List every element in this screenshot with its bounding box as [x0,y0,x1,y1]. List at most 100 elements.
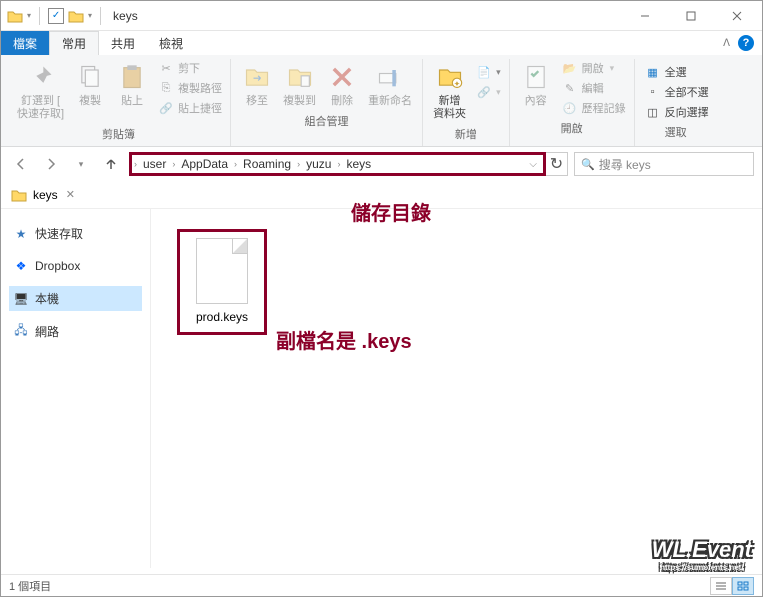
crumb-1[interactable]: AppData [175,157,234,171]
icons-icon [737,581,749,591]
sidebar-item-dropbox[interactable]: ❖ Dropbox [9,254,142,278]
file-item[interactable]: prod.keys [177,229,267,335]
copyto-icon [286,63,314,91]
ribbon-group-select: ▦全選 ▫全部不選 ◫反向選擇 選取 [635,59,717,146]
titlebar: ▾ ✓ ▾ keys [1,1,762,31]
shortcut-icon: 🔗 [158,100,174,116]
pasteshortcut-button[interactable]: 🔗貼上捷徑 [156,99,224,117]
edit-icon: ✎ [562,80,578,96]
network-icon: 🖧 [13,324,29,340]
crumb-2[interactable]: Roaming [237,157,297,171]
ribbon-group-organize: 移至 複製到 刪除 重新命名 組合管理 [231,59,423,146]
group-label-open: 開啟 [561,117,583,138]
paste-button[interactable]: 貼上 [112,59,152,110]
qat-chevron-down-icon[interactable]: ▾ [27,11,31,20]
address-bar[interactable]: › user › AppData › Roaming › yuzu › keys… [129,152,546,176]
pc-icon: 🖥 [13,291,29,307]
group-label-organize: 組合管理 [305,110,349,131]
properties-icon [522,63,550,91]
delete-button[interactable]: 刪除 [322,59,362,110]
moveto-button[interactable]: 移至 [237,59,277,110]
tree-current[interactable]: keys [33,188,58,202]
pin-button[interactable]: 釘選到 [ 快速存取] [13,59,68,123]
minimize-button[interactable] [622,1,668,31]
window-title: keys [113,9,138,23]
cut-button[interactable]: ✂剪下 [156,59,224,77]
star-icon: ★ [13,226,29,242]
easyaccess-button[interactable]: 🔗▾ [474,83,503,101]
help-button[interactable]: ? [738,35,754,51]
watermark: WL.Event https://sumofents.net/ [652,537,752,572]
refresh-button[interactable]: ↻ [546,152,568,176]
copy-button[interactable]: 複製 [70,59,110,110]
recent-button[interactable]: ▾ [69,152,93,176]
sidebar-item-quickaccess[interactable]: ★ 快速存取 [9,221,142,246]
invert-button[interactable]: ◫反向選擇 [643,103,711,121]
navbar: ▾ › user › AppData › Roaming › yuzu › ke… [1,147,762,181]
selectnone-icon: ▫ [645,84,661,100]
copyto-button[interactable]: 複製到 [279,59,320,110]
sidebar-item-thispc[interactable]: 🖥 本機 [9,286,142,311]
qat-divider-2 [100,7,101,25]
back-button[interactable] [9,152,33,176]
sidebar: ★ 快速存取 ❖ Dropbox 🖥 本機 🖧 網路 [1,209,151,568]
svg-text:✦: ✦ [453,79,460,88]
ribbon-group-clipboard: 釘選到 [ 快速存取] 複製 貼上 ✂剪下 ⎘複製路徑 🔗貼上捷徑 剪貼簿 [7,59,231,146]
scissors-icon: ✂ [158,60,174,76]
newfolder-button[interactable]: ✦ 新增 資料夾 [429,59,470,123]
view-icons-button[interactable] [732,577,754,595]
tree-close-icon[interactable]: ✕ [66,188,75,201]
delete-icon [328,63,356,91]
qat-properties-button[interactable]: ✓ [48,8,64,24]
sidebar-item-network[interactable]: 🖧 網路 [9,319,142,344]
search-input[interactable]: 🔍 搜尋 keys [574,152,754,176]
file-view[interactable]: prod.keys [151,209,762,568]
address-dropdown-icon[interactable]: ⌵ [529,159,541,170]
status-bar: 1 個項目 [1,574,762,596]
history-icon: 🕘 [562,100,578,116]
folder-icon [11,188,27,202]
crumb-4[interactable]: keys [340,157,377,171]
details-icon [715,581,727,591]
ribbon-group-open: 內容 📂開啟▾ ✎編輯 🕘歷程記錄 開啟 [510,59,635,146]
edit-button[interactable]: ✎編輯 [560,79,628,97]
newitem-icon: 📄 [476,64,492,80]
up-button[interactable] [99,152,123,176]
moveto-icon [243,63,271,91]
selectnone-button[interactable]: ▫全部不選 [643,83,711,101]
tab-home[interactable]: 常用 [49,31,99,55]
newitem-button[interactable]: 📄▾ [474,63,503,81]
qat-divider [39,7,40,25]
annotation-storage-dir: 儲存目錄 [351,197,431,226]
open-button[interactable]: 📂開啟▾ [560,59,628,77]
rename-button[interactable]: 重新命名 [364,59,416,110]
selectall-button[interactable]: ▦全選 [643,63,711,81]
forward-button[interactable] [39,152,63,176]
folder-icon [7,9,23,23]
maximize-button[interactable] [668,1,714,31]
tab-view[interactable]: 檢視 [147,31,195,55]
selectall-icon: ▦ [645,64,661,80]
minimize-ribbon-button[interactable]: ᐱ [723,38,730,49]
group-label-new: 新增 [455,123,477,144]
qat-dropdown-icon[interactable]: ▾ [88,11,92,20]
ribbon-group-new: ✦ 新增 資料夾 📄▾ 🔗▾ 新增 [423,59,510,146]
copypath-button[interactable]: ⎘複製路徑 [156,79,224,97]
group-label-clipboard: 剪貼簿 [102,123,135,144]
rename-icon [376,63,404,91]
ribbon-tabs: 檔案 常用 共用 檢視 ᐱ ? [1,31,762,55]
history-button[interactable]: 🕘歷程記錄 [560,99,628,117]
tab-file[interactable]: 檔案 [1,31,49,55]
pin-icon [27,63,55,91]
crumb-0[interactable]: user [137,157,172,171]
crumb-3[interactable]: yuzu [300,157,337,171]
open-icon: 📂 [562,60,578,76]
properties-button[interactable]: 內容 [516,59,556,110]
close-button[interactable] [714,1,760,31]
view-details-button[interactable] [710,577,732,595]
link-icon: 🔗 [476,84,492,100]
tab-share[interactable]: 共用 [99,31,147,55]
dropbox-icon: ❖ [13,258,29,274]
path-icon: ⎘ [158,80,174,96]
ribbon: 釘選到 [ 快速存取] 複製 貼上 ✂剪下 ⎘複製路徑 🔗貼上捷徑 剪貼簿 移至 [1,55,762,147]
